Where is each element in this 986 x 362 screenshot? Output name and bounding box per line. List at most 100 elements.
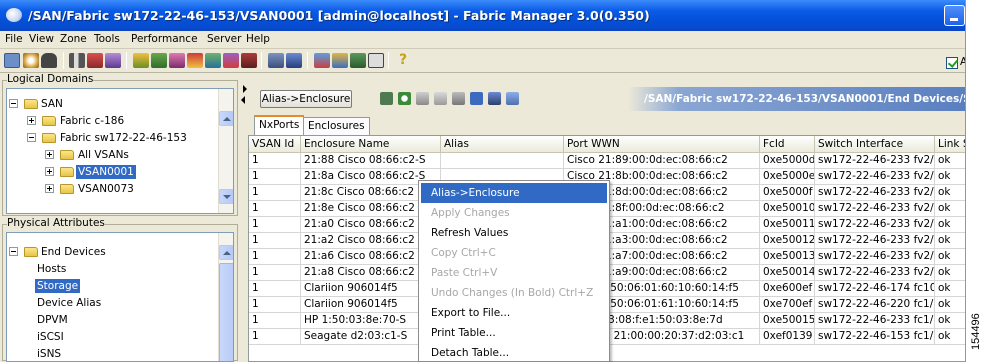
- cell-fcid[interactable]: 0xe50013: [760, 249, 815, 265]
- vsan-icon[interactable]: [205, 53, 221, 68]
- menu-item-copy[interactable]: Copy Ctrl+C: [421, 243, 607, 263]
- chevron-right-icon[interactable]: [243, 85, 247, 93]
- cell-switch-interface[interactable]: sw172-22-46-233 fv2/5/2: [815, 217, 935, 233]
- copy-icon[interactable]: [416, 92, 429, 105]
- tree-item-vsan0073[interactable]: VSAN0073: [7, 182, 217, 196]
- menu-item-print-table[interactable]: Print Table...: [421, 323, 607, 343]
- menu-item-apply-changes[interactable]: Apply Changes: [421, 203, 607, 223]
- cell-fcid[interactable]: 0xe600ef: [760, 281, 815, 297]
- cell-enclosure-name[interactable]: 21:88 Cisco 08:66:c2-S: [301, 153, 441, 169]
- vertical-splitter[interactable]: [240, 73, 248, 362]
- cell-link-status[interactable]: ok: [935, 153, 965, 169]
- menu-item-undo-changes[interactable]: Undo Changes (In Bold) Ctrl+Z: [421, 283, 607, 303]
- device-icon[interactable]: [151, 53, 167, 68]
- cell-fcid[interactable]: 0xe5000e: [760, 169, 815, 185]
- menu-item-alias-enclosure[interactable]: Alias->Enclosure: [421, 183, 607, 203]
- expand-icon[interactable]: [27, 116, 36, 125]
- scroll-up-button[interactable]: [219, 111, 233, 126]
- cell-fcid[interactable]: 0xe50012: [760, 233, 815, 249]
- cell-link-status[interactable]: ok: [935, 185, 965, 201]
- cell-vsan-id[interactable]: 1: [249, 297, 301, 313]
- scroll-down-button[interactable]: [219, 189, 233, 204]
- tree-item-all-vsans[interactable]: All VSANs: [7, 148, 217, 162]
- console-icon[interactable]: [350, 53, 366, 68]
- cell-vsan-id[interactable]: 1: [249, 169, 301, 185]
- open-icon[interactable]: [4, 53, 20, 68]
- cell-link-status[interactable]: ok: [935, 217, 965, 233]
- cell-vsan-id[interactable]: 1: [249, 329, 301, 345]
- cell-vsan-id[interactable]: 1: [249, 217, 301, 233]
- undo-icon[interactable]: [452, 92, 465, 105]
- menu-item-detach-table[interactable]: Detach Table...: [421, 343, 607, 362]
- alias-enclosure-button[interactable]: Alias->Enclosure: [260, 90, 352, 108]
- discover-icon[interactable]: [23, 53, 39, 68]
- menu-zone[interactable]: Zone: [60, 33, 87, 45]
- table-row[interactable]: 1 21:88 Cisco 08:66:c2-S Cisco 21:89:00:0d…: [249, 153, 965, 169]
- cell-switch-interface[interactable]: sw172-22-46-233 fv2/8/2: [815, 265, 935, 281]
- column-header-switch-interface[interactable]: Switch Interface: [815, 136, 935, 153]
- menu-file[interactable]: File: [5, 33, 23, 45]
- menu-tools[interactable]: Tools: [94, 33, 120, 45]
- cell-vsan-id[interactable]: 1: [249, 153, 301, 169]
- cell-switch-interface[interactable]: sw172-22-46-233 fv2/4/2: [815, 201, 935, 217]
- cell-fcid[interactable]: 0xe50010: [760, 201, 815, 217]
- cell-link-status[interactable]: ok: [935, 233, 965, 249]
- cell-fcid[interactable]: 0xe5000d: [760, 153, 815, 169]
- tree-item-end-devices[interactable]: End Devices: [7, 245, 217, 259]
- tree-item-san[interactable]: SAN: [7, 97, 217, 111]
- cell-switch-interface[interactable]: sw172-22-46-233 fc1/6: [815, 313, 935, 329]
- cell-vsan-id[interactable]: 1: [249, 313, 301, 329]
- users-icon[interactable]: [268, 53, 284, 68]
- cell-switch-interface[interactable]: sw172-22-46-233 fv2/7/2: [815, 249, 935, 265]
- detach-icon[interactable]: [506, 92, 519, 105]
- cell-fcid[interactable]: 0xe50014: [760, 265, 815, 281]
- security-icon[interactable]: [314, 53, 330, 68]
- title-bar[interactable]: /SAN/Fabric sw172-22-46-153/VSAN0001 [ad…: [0, 0, 965, 31]
- tree-item-dpvm[interactable]: DPVM: [37, 313, 68, 327]
- tree-item-fabric-c-186[interactable]: Fabric c-186: [7, 114, 217, 128]
- alias-icon[interactable]: [187, 53, 203, 68]
- filter-icon[interactable]: [286, 53, 302, 68]
- column-header-port-wwn[interactable]: Port WWN: [564, 136, 760, 153]
- cell-fcid[interactable]: 0xe50015: [760, 313, 815, 329]
- paste-icon[interactable]: [434, 92, 447, 105]
- collapse-icon[interactable]: [9, 247, 18, 256]
- cell-switch-interface[interactable]: sw172-22-46-233 fv2/6/2: [815, 233, 935, 249]
- column-header-vsan-id[interactable]: VSAN Id: [249, 136, 301, 153]
- monitor-icon[interactable]: [332, 53, 348, 68]
- tab-enclosures[interactable]: Enclosures: [303, 117, 370, 135]
- expand-icon[interactable]: [45, 150, 54, 159]
- cell-vsan-id[interactable]: 1: [249, 233, 301, 249]
- menu-item-export-to-file[interactable]: Export to File...: [421, 303, 607, 323]
- save-icon[interactable]: [470, 92, 483, 105]
- flow-icon[interactable]: [169, 53, 185, 68]
- tree-item-fabric-sw172[interactable]: Fabric sw172-22-46-153: [7, 131, 217, 145]
- scroll-thumb[interactable]: [219, 263, 233, 361]
- cell-vsan-id[interactable]: 1: [249, 265, 301, 281]
- find-icon[interactable]: [41, 53, 57, 68]
- cell-vsan-id[interactable]: 1: [249, 201, 301, 217]
- cell-switch-interface[interactable]: sw172-22-46-153 fc1/1: [815, 329, 935, 345]
- physical-attributes-scrollbar[interactable]: [218, 233, 233, 361]
- cell-vsan-id[interactable]: 1: [249, 185, 301, 201]
- cell-fcid[interactable]: 0xe5000f: [760, 185, 815, 201]
- menu-view[interactable]: View: [29, 33, 54, 45]
- tree-item-iscsi[interactable]: iSCSI: [37, 330, 64, 344]
- menu-help[interactable]: Help: [246, 33, 270, 45]
- cell-link-status[interactable]: ok: [935, 265, 965, 281]
- cell-vsan-id[interactable]: 1: [249, 249, 301, 265]
- cell-link-status[interactable]: ok: [935, 201, 965, 217]
- collapse-icon[interactable]: [27, 133, 36, 142]
- tree-item-storage[interactable]: Storage: [35, 279, 81, 293]
- menu-server[interactable]: Server: [207, 33, 241, 45]
- minimize-button[interactable]: [944, 5, 965, 26]
- cell-fcid[interactable]: 0xef0139: [760, 329, 815, 345]
- help-icon[interactable]: ?: [395, 53, 411, 68]
- device-manager-icon[interactable]: [241, 53, 257, 68]
- refresh-icon[interactable]: [398, 92, 411, 105]
- tree-item-device-alias[interactable]: Device Alias: [37, 296, 101, 310]
- cell-link-status[interactable]: ok: [935, 329, 965, 345]
- column-header-fcid[interactable]: FcId: [760, 136, 815, 153]
- zone-icon[interactable]: [133, 53, 149, 68]
- cell-link-status[interactable]: ok: [935, 313, 965, 329]
